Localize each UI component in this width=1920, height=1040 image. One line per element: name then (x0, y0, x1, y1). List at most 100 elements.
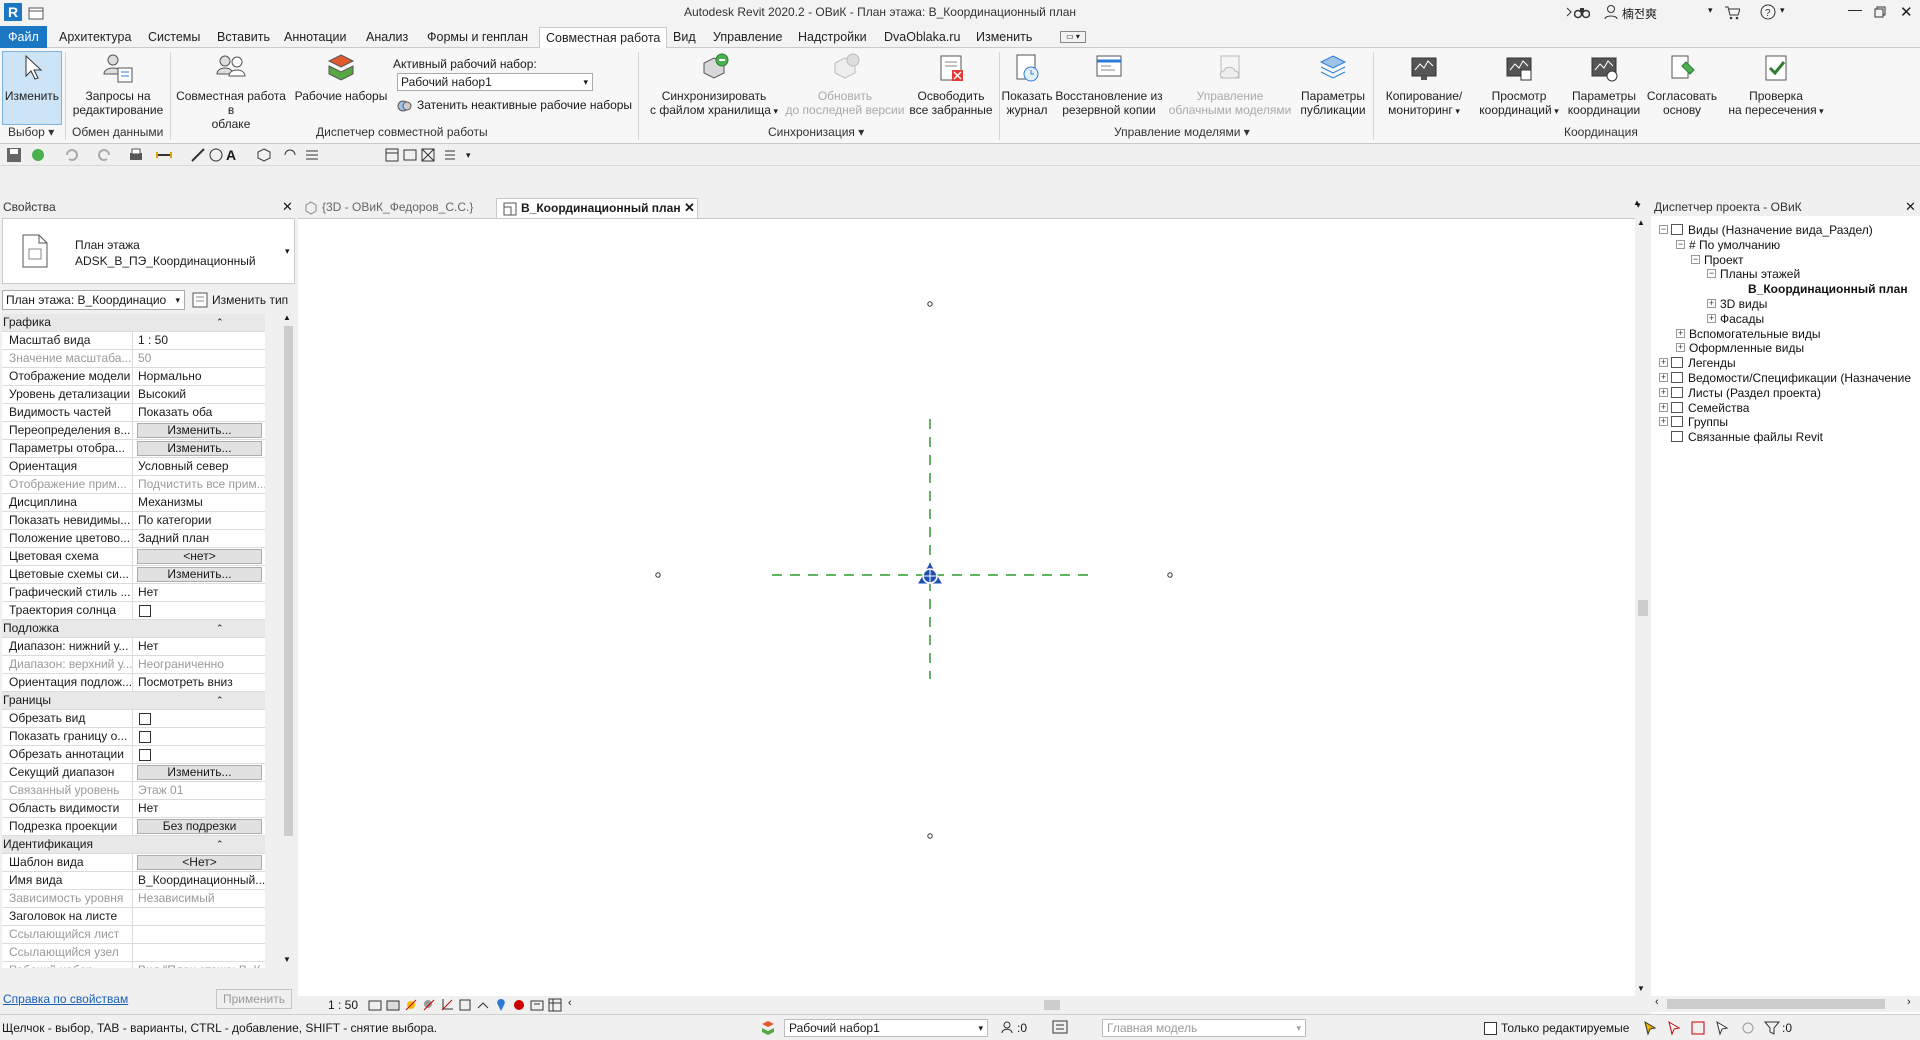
property-row[interactable]: Значение масштаба... 50 (2, 350, 265, 368)
property-row[interactable]: Ориентация подлож... Посмотреть вниз (2, 674, 265, 692)
property-row[interactable]: Параметры отобра... Изменить... (2, 440, 265, 458)
property-row[interactable]: Секущий диапазон Изменить... (2, 764, 265, 782)
property-value[interactable]: Задний план (135, 530, 265, 547)
reload-latest-button[interactable]: Обновить до последней версии (782, 52, 908, 117)
expand-icon[interactable]: + (1659, 373, 1668, 382)
section-icon[interactable] (282, 147, 298, 163)
property-row[interactable]: Ссылающийся лист (2, 926, 265, 944)
property-value[interactable]: Условный север (135, 458, 265, 475)
design-options-icon[interactable] (1052, 1020, 1068, 1034)
show-history-button[interactable]: Показать журнал (1000, 52, 1054, 117)
property-row[interactable]: Показать невидимы... По категории (2, 512, 265, 530)
switch-windows-icon[interactable] (384, 147, 400, 163)
property-row[interactable]: Видимость частей Показать оба (2, 404, 265, 422)
close-button[interactable]: ✕ (1900, 3, 1913, 21)
property-value[interactable]: Показать оба (135, 404, 265, 421)
tree-node[interactable]: Проект (1704, 252, 1744, 268)
tree-node[interactable]: Оформленные виды (1689, 340, 1804, 356)
view-scale-button[interactable]: 1 : 50 (328, 998, 358, 1012)
property-row[interactable]: Ссылающийся узел (2, 944, 265, 962)
edit-type-button[interactable]: Изменить тип (212, 293, 288, 307)
property-value[interactable]: <нет> (135, 548, 265, 565)
tree-node[interactable]: Фасады (1720, 311, 1764, 327)
collapse-icon[interactable]: − (1676, 239, 1685, 249)
manage-cloud-models-button[interactable]: Управление облачными моделями (1164, 52, 1296, 117)
user-dropdown-icon[interactable]: ▾ (1708, 5, 1713, 16)
property-row[interactable]: Обрезать вид (2, 710, 265, 728)
ribbon-minimize-toggle[interactable]: ▭ ▾ (1060, 31, 1086, 43)
property-value[interactable] (135, 710, 265, 727)
project-browser-close-icon[interactable]: ✕ (1905, 199, 1916, 215)
tab-collaborate[interactable]: Совместная работа (539, 27, 668, 49)
filter-icon[interactable] (1764, 1020, 1780, 1036)
temporary-hide-icon[interactable] (494, 998, 508, 1012)
active-workset-dropdown[interactable]: Рабочий набор1 ▾ (397, 73, 593, 91)
worksets-button[interactable]: Рабочие наборы (292, 52, 390, 103)
canvas-vertical-scrollbar[interactable]: ▲ ▼ (1635, 218, 1649, 996)
thin-lines-icon[interactable] (304, 147, 320, 163)
select-pinned-icon[interactable] (1690, 1020, 1706, 1036)
select-panel-label[interactable]: Выбор ▾ (8, 125, 54, 139)
measure-icon[interactable] (156, 147, 172, 163)
property-value[interactable] (135, 602, 265, 619)
top-elevation-marker[interactable] (927, 301, 933, 307)
section-collapse-icon[interactable]: ⌃ (216, 836, 224, 853)
expand-icon[interactable]: + (1707, 299, 1716, 308)
tab-manage[interactable]: Управление (713, 29, 783, 48)
help-dropdown-icon[interactable]: ▾ (1780, 5, 1785, 16)
property-edit-button[interactable]: Без подрезки (137, 819, 262, 834)
drag-elements-icon[interactable] (1740, 1020, 1756, 1036)
project-base-point-icon[interactable] (918, 563, 942, 584)
property-row[interactable]: Шаблон вида <Нет> (2, 854, 265, 872)
property-section-header[interactable]: Идентификация ⌃ (2, 836, 265, 854)
cart-icon[interactable] (1724, 4, 1740, 20)
editing-requests-status-icon[interactable] (1000, 1020, 1014, 1034)
property-value[interactable]: В_Координационный... (135, 872, 265, 889)
property-checkbox[interactable] (139, 749, 151, 761)
property-section-header[interactable]: Подложка ⌃ (2, 620, 265, 638)
tab-view[interactable]: Вид (673, 29, 696, 48)
property-row[interactable]: Масштаб вида 1 : 50 (2, 332, 265, 350)
tab-dvaoblaka[interactable]: DvaOblaka.ru (884, 29, 960, 48)
property-row[interactable]: Отображение модели Нормально (2, 368, 265, 386)
property-row[interactable]: Дисциплина Механизмы (2, 494, 265, 512)
expand-icon[interactable]: + (1676, 328, 1685, 338)
close-tab-icon[interactable]: ✕ (684, 199, 695, 217)
undo-icon[interactable] (64, 147, 80, 163)
expand-icon[interactable]: + (1676, 343, 1685, 353)
property-row[interactable]: Область видимости Нет (2, 800, 265, 818)
property-value[interactable]: Без подрезки (135, 818, 265, 835)
property-value[interactable]: Нет (135, 638, 265, 655)
right-elevation-marker[interactable] (1167, 572, 1173, 578)
tree-node[interactable]: В_Координационный план (1748, 281, 1908, 297)
user-name[interactable]: 楠전爽 (1622, 5, 1657, 22)
lock-3d-icon[interactable] (476, 998, 490, 1012)
publish-settings-button[interactable]: Параметры публикации (1296, 52, 1370, 117)
select-by-face-icon[interactable] (1714, 1020, 1730, 1036)
property-value[interactable] (135, 908, 265, 925)
tab-massing-site[interactable]: Формы и генплан (427, 29, 528, 48)
property-row[interactable]: Ориентация Условный север (2, 458, 265, 476)
property-row[interactable]: Имя вида В_Координационный... (2, 872, 265, 890)
property-value[interactable]: Нормально (135, 368, 265, 385)
tree-node[interactable]: Ведомости/Спецификации (Назначение (1688, 370, 1911, 386)
expand-icon[interactable]: + (1659, 402, 1668, 412)
property-value[interactable]: По категории (135, 512, 265, 529)
tab-3d-view[interactable]: {3D - ОВиК_Федоров_С.С.} (298, 198, 488, 218)
property-value[interactable]: Изменить... (135, 422, 265, 439)
type-dropdown-icon[interactable]: ▾ (285, 246, 290, 257)
section-collapse-icon[interactable]: ⌃ (216, 692, 224, 709)
close-hidden-icon[interactable] (402, 147, 418, 163)
properties-help-link[interactable]: Справка по свойствам (3, 992, 128, 1006)
text-icon[interactable]: A (226, 147, 242, 163)
tab-coordination-plan[interactable]: В_Координационный план ✕ (496, 198, 698, 218)
tile-windows-icon[interactable] (420, 147, 436, 163)
property-row[interactable]: Заголовок на листе (2, 908, 265, 926)
shadows-icon[interactable] (422, 998, 436, 1012)
tree-node[interactable]: Семейства (1688, 400, 1749, 416)
tree-node[interactable]: Легенды (1688, 355, 1736, 371)
drawing-canvas[interactable] (298, 218, 1635, 996)
reveal-hidden-icon[interactable] (512, 998, 526, 1012)
property-value[interactable]: Высокий (135, 386, 265, 403)
coordination-review-button[interactable]: Просмотр координаций ▾ (1472, 52, 1566, 118)
